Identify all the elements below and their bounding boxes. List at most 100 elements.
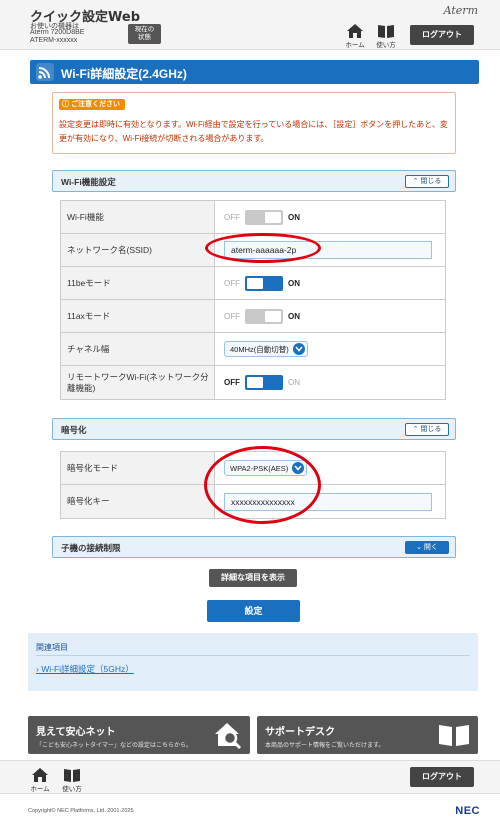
row-ssid: ネットワーク名(SSID) aterm-aaaaaa-2p [61, 234, 445, 267]
row-remote-work-wifi: リモートワークWi-Fi(ネットワーク分離機能) OFF ON [61, 366, 445, 399]
row-encryption-key: 暗号化キー xxxxxxxxxxxxxxx [61, 485, 445, 518]
row-label: ネットワーク名(SSID) [61, 234, 215, 266]
book-icon [64, 769, 80, 782]
wifi-section-title: Wi-Fi機能設定 [61, 177, 116, 187]
help-label: 使い方 [62, 786, 82, 793]
help-nav[interactable]: 使い方 [374, 24, 398, 49]
chevron-up-icon: ⌃ [412, 426, 419, 433]
maker-logo: NEC [455, 805, 480, 817]
encryption-mode-select[interactable]: WPA2-PSK(AES) [224, 460, 308, 476]
promo-title: 見えて安心ネット [36, 727, 116, 738]
11ax-mode-switch[interactable]: OFF ON [224, 308, 300, 324]
safety-net-banner[interactable]: 見えて安心ネット 「こども安心ネットタイマー」などの設定はこちらから。 [28, 716, 250, 754]
page-banner: Wi-Fi詳細設定(2.4GHz) [30, 60, 479, 84]
wifi-5ghz-link[interactable]: › Wi-Fi詳細設定（5GHz） [36, 663, 134, 675]
switch-track [245, 375, 283, 390]
home-icon [32, 768, 48, 782]
footer-home-nav[interactable]: ホーム [28, 768, 52, 793]
footer-logout-button[interactable]: ログアウト [410, 767, 474, 787]
row-channel-width: チャネル幅 40MHz(自動切替) [61, 333, 445, 366]
switch-track [245, 209, 283, 225]
related-title: 関連項目 [36, 643, 68, 652]
11be-mode-switch[interactable]: OFF ON [224, 275, 300, 291]
wifi-function-switch[interactable]: OFF ON [224, 209, 300, 225]
row-label: 暗号化モード [61, 452, 215, 484]
switch-on-label: ON [288, 378, 300, 387]
status-button-line2: 状態 [138, 34, 151, 41]
wifi-section-header: Wi-Fi機能設定 ⌃ 閉じる [52, 170, 456, 192]
link-label: Wi-Fi詳細設定（5GHz） [41, 664, 134, 674]
row-label: Wi-Fi機能 [61, 201, 215, 233]
encryption-section-header: 暗号化 ⌃ 閉じる [52, 418, 456, 440]
row-label: 11axモード [61, 300, 215, 332]
switch-knob [265, 310, 281, 322]
select-value: 40MHz(自動切替) [230, 344, 289, 354]
switch-on-label: ON [288, 278, 300, 288]
current-status-button[interactable]: 現在の 状態 [128, 24, 161, 44]
home-search-icon [215, 723, 242, 750]
child-limit-expand-button[interactable]: ⌄ 開く [405, 541, 449, 554]
footer-help-nav[interactable]: 使い方 [60, 768, 84, 793]
chevron-down-icon [292, 462, 305, 474]
switch-track [245, 275, 283, 291]
chevron-down-icon: ⌄ [416, 544, 422, 551]
home-label: ホーム [30, 786, 50, 793]
book-icon [378, 25, 394, 38]
switch-off-label: OFF [224, 212, 240, 222]
switch-knob [247, 277, 263, 289]
collapse-label: 閉じる [420, 426, 442, 433]
wifi-section-collapse-button[interactable]: ⌃ 閉じる [405, 175, 449, 188]
alert-icon: ⓘ [62, 101, 69, 108]
encryption-section-collapse-button[interactable]: ⌃ 閉じる [405, 423, 449, 436]
promo-subtitle: 本商品のサポート情報をご覧いただけます。 [265, 743, 385, 749]
logout-button[interactable]: ログアウト [410, 25, 474, 45]
show-details-button[interactable]: 詳細な項目を表示 [209, 569, 297, 587]
related-links: 関連項目 › Wi-Fi詳細設定（5GHz） [28, 633, 478, 691]
ssid-input[interactable]: aterm-aaaaaa-2p [224, 241, 432, 259]
brand-logo: Aterm [443, 4, 478, 17]
switch-off-label: OFF [224, 278, 240, 288]
row-label: 11beモード [61, 267, 215, 299]
device-model: Aterm 7200D8BE [30, 29, 85, 36]
channel-width-select[interactable]: 40MHz(自動切替) [224, 341, 308, 357]
row-11be: 11beモード OFF ON [61, 267, 445, 300]
apply-button[interactable]: 設定 [207, 600, 300, 622]
row-label: リモートワークWi-Fi(ネットワーク分離機能) [61, 366, 215, 399]
chevron-up-icon: ⌃ [412, 178, 419, 185]
promo-title: サポートデスク [265, 727, 335, 738]
row-label: チャネル幅 [61, 333, 215, 365]
wifi-settings-table: Wi-Fi機能 OFF ON ネットワーク名(SSID) aterm-aaaaa… [60, 200, 446, 400]
child-limit-section-title: 子機の接続制限 [61, 543, 121, 553]
switch-knob [247, 377, 263, 388]
home-label: ホーム [345, 42, 365, 49]
switch-off-label: OFF [224, 311, 240, 321]
notice-box: ⓘ ご注意ください 設定変更は即時に有効となります。Wi-Fi経由で設定を行って… [52, 92, 456, 154]
home-icon [347, 24, 363, 38]
support-desk-banner[interactable]: サポートデスク 本商品のサポート情報をご覧いただけます。 [257, 716, 478, 754]
device-name: ATERM-xxxxxx [30, 37, 78, 44]
switch-knob [265, 211, 281, 223]
page-title: Wi-Fi詳細設定(2.4GHz) [61, 67, 187, 81]
home-nav[interactable]: ホーム [343, 24, 367, 49]
row-11ax: 11axモード OFF ON [61, 300, 445, 333]
encryption-key-input[interactable]: xxxxxxxxxxxxxxx [224, 492, 432, 511]
wifi-icon [36, 63, 54, 81]
header: クイック設定Web お使いの機器は Aterm 7200D8BE ATERM-x… [0, 0, 500, 50]
encryption-settings-table: 暗号化モード WPA2-PSK(AES) 暗号化キー xxxxxxxxxxxxx… [60, 451, 446, 519]
status-button-line1: 現在の [134, 26, 155, 33]
switch-off-label: OFF [224, 378, 240, 387]
chevron-down-icon [292, 343, 305, 355]
divider [36, 655, 470, 656]
remote-work-wifi-switch[interactable]: OFF ON [224, 375, 300, 390]
expand-label: 開く [423, 544, 438, 551]
switch-track [245, 308, 283, 324]
help-label: 使い方 [376, 42, 396, 49]
footer-bar: ホーム 使い方 ログアウト [0, 760, 500, 794]
row-encryption-mode: 暗号化モード WPA2-PSK(AES) [61, 452, 445, 485]
collapse-label: 閉じる [420, 178, 442, 185]
row-wifi-function: Wi-Fi機能 OFF ON [61, 201, 445, 234]
row-label: 暗号化キー [61, 485, 215, 518]
notice-text: 設定変更は即時に有効となります。Wi-Fi経由で設定を行っている場合には、［設定… [59, 120, 448, 143]
copyright: Copyright© NEC Platforms, Ltd. 2001-2025 [28, 808, 134, 814]
switch-on-label: ON [288, 311, 300, 321]
